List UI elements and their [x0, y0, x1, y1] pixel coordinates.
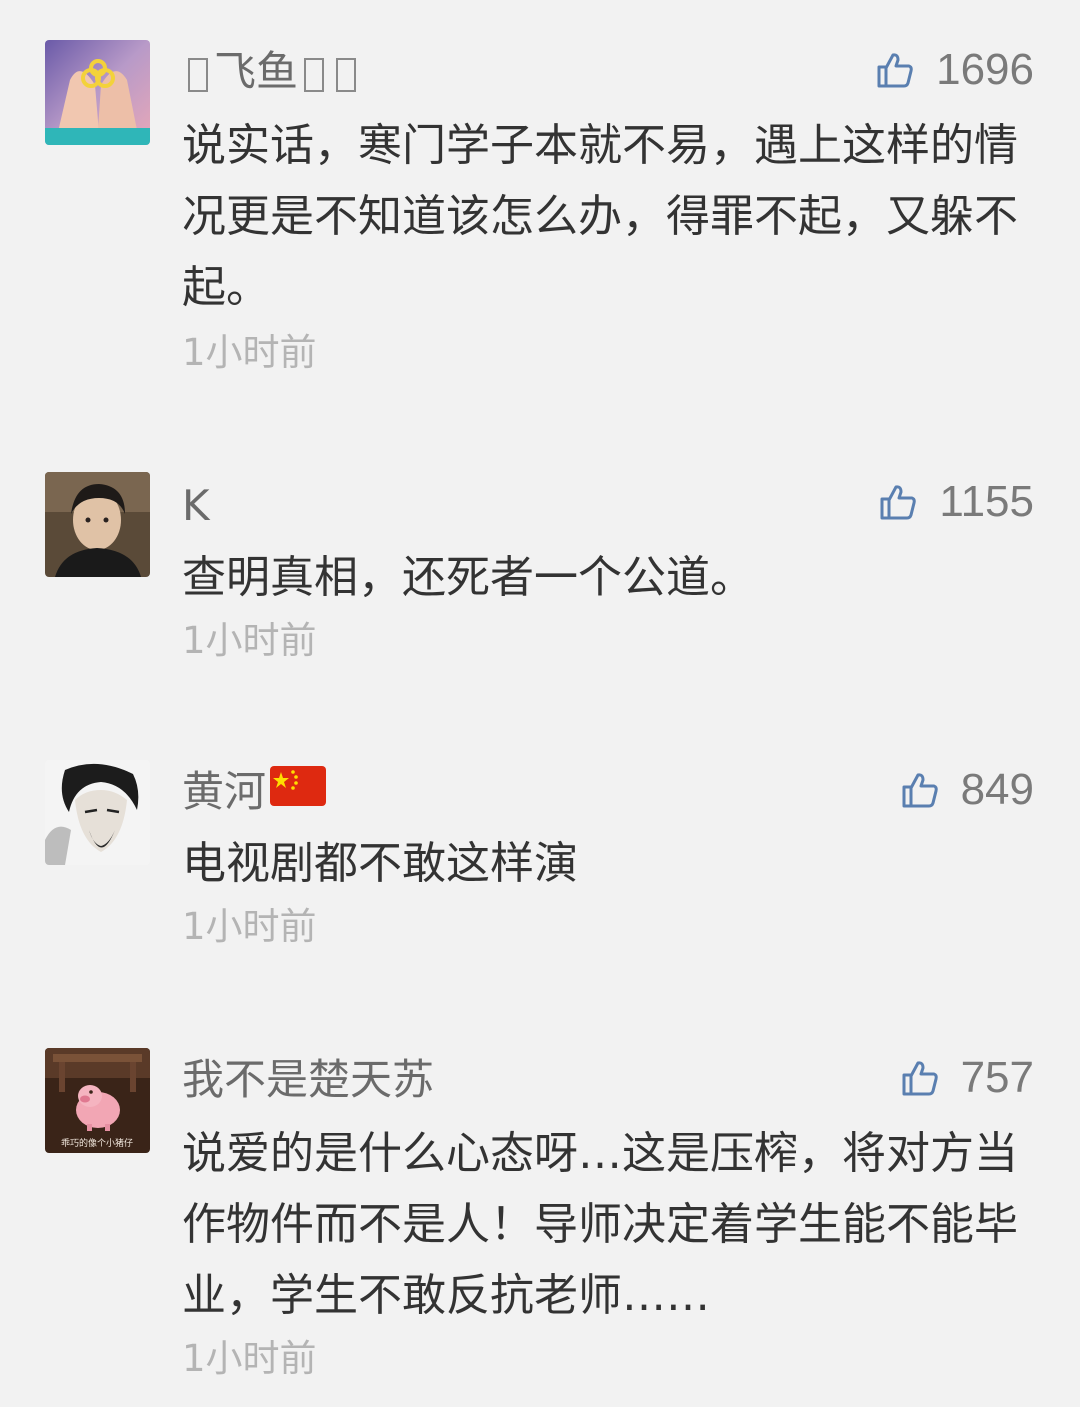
avatar[interactable]	[45, 40, 150, 145]
username-text: 飞鱼	[214, 47, 299, 96]
avatar[interactable]: 乖巧的像个小猪仔	[45, 1048, 150, 1153]
like-button[interactable]: 1696	[876, 40, 1034, 100]
thumbs-up-icon	[901, 1059, 939, 1097]
thumbs-up-icon	[876, 51, 914, 89]
like-count: 757	[960, 1053, 1034, 1102]
avatar-image-ink-portrait	[45, 760, 150, 865]
username[interactable]: 我不是楚天苏	[182, 1050, 434, 1110]
avatar-image-pig: 乖巧的像个小猪仔	[45, 1048, 150, 1153]
avatar-image-hands	[45, 40, 150, 145]
china-flag-icon	[270, 762, 327, 822]
emoji-placeholder-icon	[336, 57, 357, 92]
comment-text: 说实话，寒门学子本就不易，遇上这样的情况更是不知道该怎么办，得罪不起，又躲不起。	[182, 120, 1018, 313]
like-button[interactable]: 757	[901, 1048, 1034, 1108]
comment-time: 1小时前	[182, 619, 317, 662]
comment-text: 查明真相，还死者一个公道。	[182, 552, 754, 603]
comment-time: 1小时前	[182, 1337, 317, 1380]
avatar-caption: 乖巧的像个小猪仔	[61, 1137, 133, 1149]
username-text: 黄河	[182, 767, 267, 816]
comment-text: 电视剧都不敢这样演	[182, 838, 578, 889]
like-button[interactable]: 1155	[879, 472, 1034, 532]
username[interactable]: K	[182, 476, 210, 536]
like-count: 849	[960, 765, 1034, 814]
comment-text: 说爱的是什么心态呀…这是压榨，将对方当作物件而不是人！导师决定着学生能不能毕业，…	[182, 1128, 1018, 1321]
comment-time: 1小时前	[182, 905, 317, 948]
comment-time: 1小时前	[182, 331, 317, 374]
avatar-image-portrait	[45, 472, 150, 577]
avatar[interactable]	[45, 472, 150, 577]
thumbs-up-icon	[901, 771, 939, 809]
emoji-placeholder-icon	[304, 57, 325, 92]
username[interactable]: 飞鱼	[182, 42, 362, 102]
thumbs-up-icon	[879, 483, 917, 521]
like-button[interactable]: 849	[901, 760, 1034, 820]
avatar[interactable]	[45, 760, 150, 865]
emoji-placeholder-icon	[188, 57, 208, 92]
username[interactable]: 黄河	[182, 762, 327, 822]
like-count: 1696	[936, 45, 1034, 94]
like-count: 1155	[939, 477, 1034, 526]
